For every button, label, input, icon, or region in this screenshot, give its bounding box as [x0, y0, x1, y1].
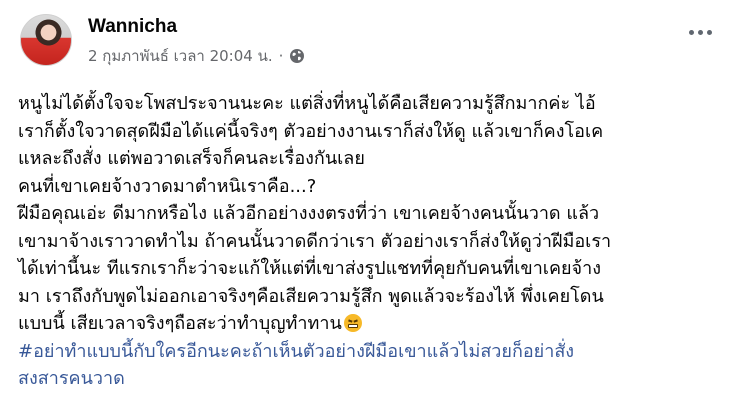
- post-subline: 2 กุมภาพันธ์ เวลา 20:04 น. ·: [88, 44, 305, 68]
- hashtag-line: สงสารคนวาด: [18, 365, 728, 393]
- menu-dot: [707, 30, 712, 35]
- post-meta: Wannicha 2 กุมภาพันธ์ เวลา 20:04 น. ·: [88, 16, 305, 68]
- grimacing-face-emoji: [343, 314, 362, 332]
- menu-dot: [698, 30, 703, 35]
- post-text-line: เขามาจ้างเราวาดทำไม ถ้าคนนั้นวาดดีกว่าเร…: [18, 230, 612, 252]
- author-name[interactable]: Wannicha: [88, 16, 305, 38]
- post-text-line: ได้เท่านี้นะ ทีแรกเราก็ะว่าจะแก้ให้แต่ที…: [18, 258, 601, 279]
- facebook-post: Wannicha 2 กุมภาพันธ์ เวลา 20:04 น. · หน…: [0, 0, 738, 420]
- avatar[interactable]: [20, 14, 72, 66]
- hashtag-link[interactable]: #อย่าทำแบบนี้กับใครอีกนะคะถ้าเห็นตัวอย่า…: [18, 341, 574, 362]
- post-timestamp[interactable]: 2 กุมภาพันธ์ เวลา 20:04 น.: [88, 44, 273, 68]
- post-text: แบบนี้ เสียเวลาจริงๆถือสะว่าทำบุญทำทาน: [18, 313, 342, 334]
- separator-dot: ·: [278, 47, 284, 65]
- globe-icon[interactable]: [289, 48, 305, 64]
- post-text-line: ฝีมือคุณเอ่ะ ดีมากหรือไง แล้วอีกอย่างงงต…: [18, 203, 600, 224]
- post-text-line-last: แบบนี้ เสียเวลาจริงๆถือสะว่าทำบุญทำทาน: [18, 310, 728, 338]
- post-text-line: หนูไม่ได้ตั้งใจจะโพสประจานนะคะ แต่สิ่งที…: [18, 93, 596, 114]
- post-text-line: คนที่เขาเคยจ้างวาดมาตำหนิเราคือ...?: [18, 175, 317, 197]
- hashtag-link-continued[interactable]: สงสารคนวาด: [18, 368, 125, 389]
- post-text-line: แหละถึงสั่ง แต่พอวาดเสร็จก็คนละเรื่องกัน…: [18, 148, 365, 169]
- post-header: Wannicha 2 กุมภาพันธ์ เวลา 20:04 น. ·: [20, 14, 305, 68]
- menu-dot: [689, 30, 694, 35]
- post-body: หนูไม่ได้ตั้งใจจะโพสประจานนะคะ แต่สิ่งที…: [18, 90, 728, 393]
- more-options-icon[interactable]: [689, 30, 712, 35]
- post-text-line: มา เราถึงกับพูดไม่ออกเอาจริงๆคือเสียความ…: [18, 285, 604, 307]
- hashtag-line: #อย่าทำแบบนี้กับใครอีกนะคะถ้าเห็นตัวอย่า…: [18, 338, 728, 366]
- post-text-line: เราก็ตั้งใจวาดสุดฝีมือได้แค่นี้จริงๆ ตัว…: [18, 120, 604, 142]
